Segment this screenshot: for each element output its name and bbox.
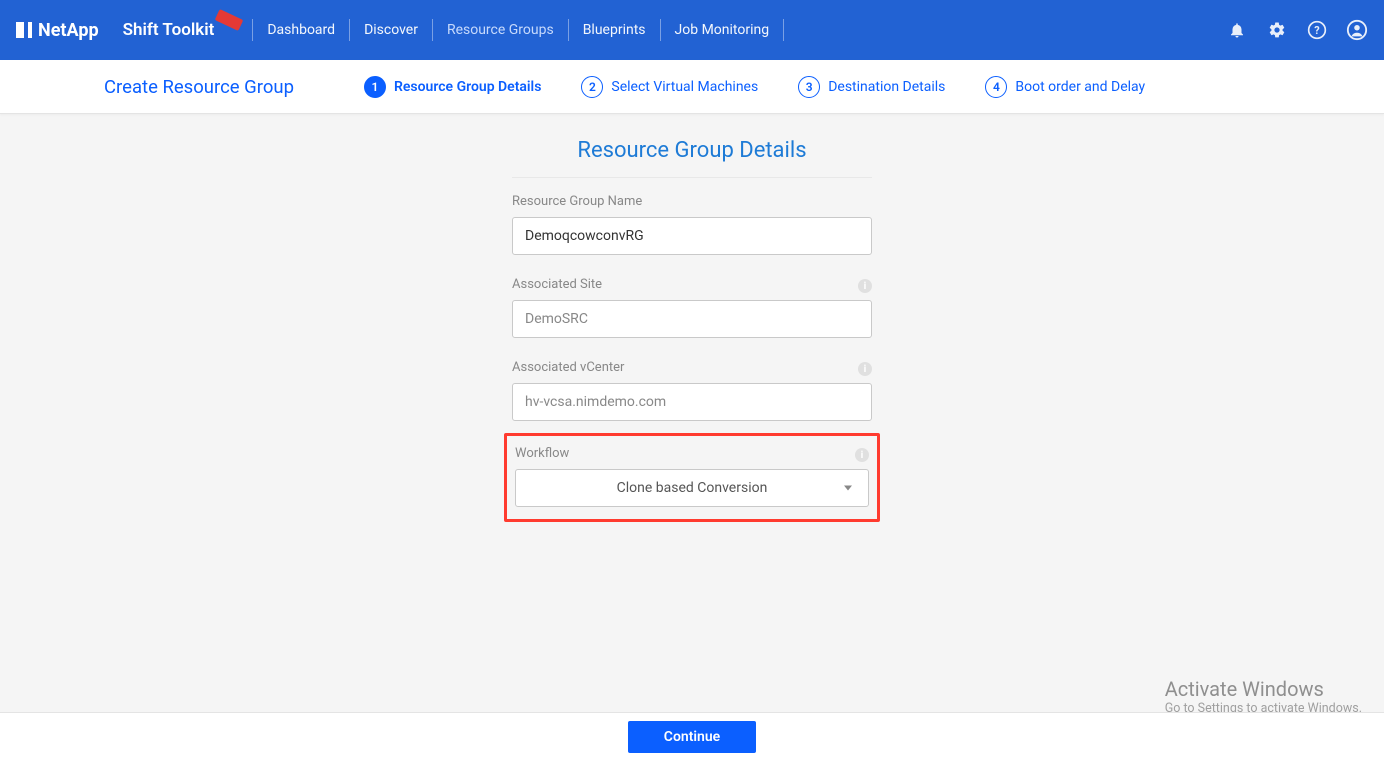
input-associated-site (512, 300, 872, 338)
gear-icon[interactable] (1266, 19, 1288, 41)
step-destination-details[interactable]: 3 Destination Details (798, 76, 945, 98)
wizard-step-bar: Create Resource Group 1 Resource Group D… (0, 60, 1384, 114)
nav-dashboard[interactable]: Dashboard (253, 22, 349, 38)
bell-icon[interactable] (1226, 19, 1248, 41)
wizard-footer: Continue (0, 712, 1384, 760)
user-icon[interactable] (1346, 19, 1368, 41)
nav-discover[interactable]: Discover (350, 22, 432, 38)
watermark-title: Activate Windows (1165, 677, 1362, 701)
input-resource-group-name[interactable] (512, 217, 872, 255)
field-associated-vcenter: Associated vCenter i (512, 360, 872, 421)
step-label: Resource Group Details (394, 79, 541, 95)
help-icon[interactable]: ? (1306, 19, 1328, 41)
field-resource-group-name: Resource Group Name (512, 194, 872, 255)
nav-right: ? (1226, 19, 1368, 41)
step-label: Select Virtual Machines (611, 79, 758, 95)
step-number: 1 (364, 76, 386, 98)
nav-job-monitoring[interactable]: Job Monitoring (661, 22, 784, 38)
app-name: Shift Toolkit (123, 20, 215, 40)
brand-logo: NetApp (16, 20, 99, 41)
step-select-virtual-machines[interactable]: 2 Select Virtual Machines (581, 76, 758, 98)
step-number: 4 (985, 76, 1007, 98)
step-number: 2 (581, 76, 603, 98)
select-workflow[interactable]: Clone based Conversion (515, 469, 869, 507)
info-icon[interactable]: i (858, 279, 872, 293)
step-boot-order-delay[interactable]: 4 Boot order and Delay (985, 76, 1145, 98)
chevron-down-icon (844, 486, 852, 491)
label-associated-site: Associated Site (512, 277, 872, 292)
continue-button[interactable]: Continue (628, 721, 756, 753)
label-workflow: Workflow (515, 446, 869, 461)
svg-text:?: ? (1314, 24, 1319, 37)
step-number: 3 (798, 76, 820, 98)
netapp-logo-icon (16, 22, 32, 38)
windows-activation-watermark: Activate Windows Go to Settings to activ… (1165, 677, 1362, 716)
label-resource-group-name: Resource Group Name (512, 194, 872, 209)
brand-company: NetApp (38, 20, 99, 41)
step-resource-group-details[interactable]: 1 Resource Group Details (364, 76, 541, 98)
main-content: Resource Group Details Resource Group Na… (0, 114, 1384, 712)
select-workflow-value: Clone based Conversion (617, 480, 768, 496)
top-nav: NetApp Shift Toolkit Dashboard Discover … (0, 0, 1384, 60)
resource-group-form: Resource Group Name Associated Site i As… (512, 177, 872, 522)
nav-links: Dashboard Discover Resource Groups Bluep… (252, 19, 784, 41)
info-icon[interactable]: i (855, 448, 869, 462)
input-associated-vcenter (512, 383, 872, 421)
info-icon[interactable]: i (858, 362, 872, 376)
step-label: Boot order and Delay (1015, 79, 1145, 95)
field-associated-site: Associated Site i (512, 277, 872, 338)
workflow-highlight: Workflow i Clone based Conversion (504, 433, 880, 522)
nav-blueprints[interactable]: Blueprints (569, 22, 660, 38)
label-associated-vcenter: Associated vCenter (512, 360, 872, 375)
nav-resource-groups[interactable]: Resource Groups (433, 22, 568, 38)
step-label: Destination Details (828, 79, 945, 95)
preview-badge-icon (215, 9, 244, 31)
field-workflow: Workflow i Clone based Conversion (515, 446, 869, 507)
wizard-title: Create Resource Group (104, 76, 294, 98)
panel-heading: Resource Group Details (0, 138, 1384, 163)
